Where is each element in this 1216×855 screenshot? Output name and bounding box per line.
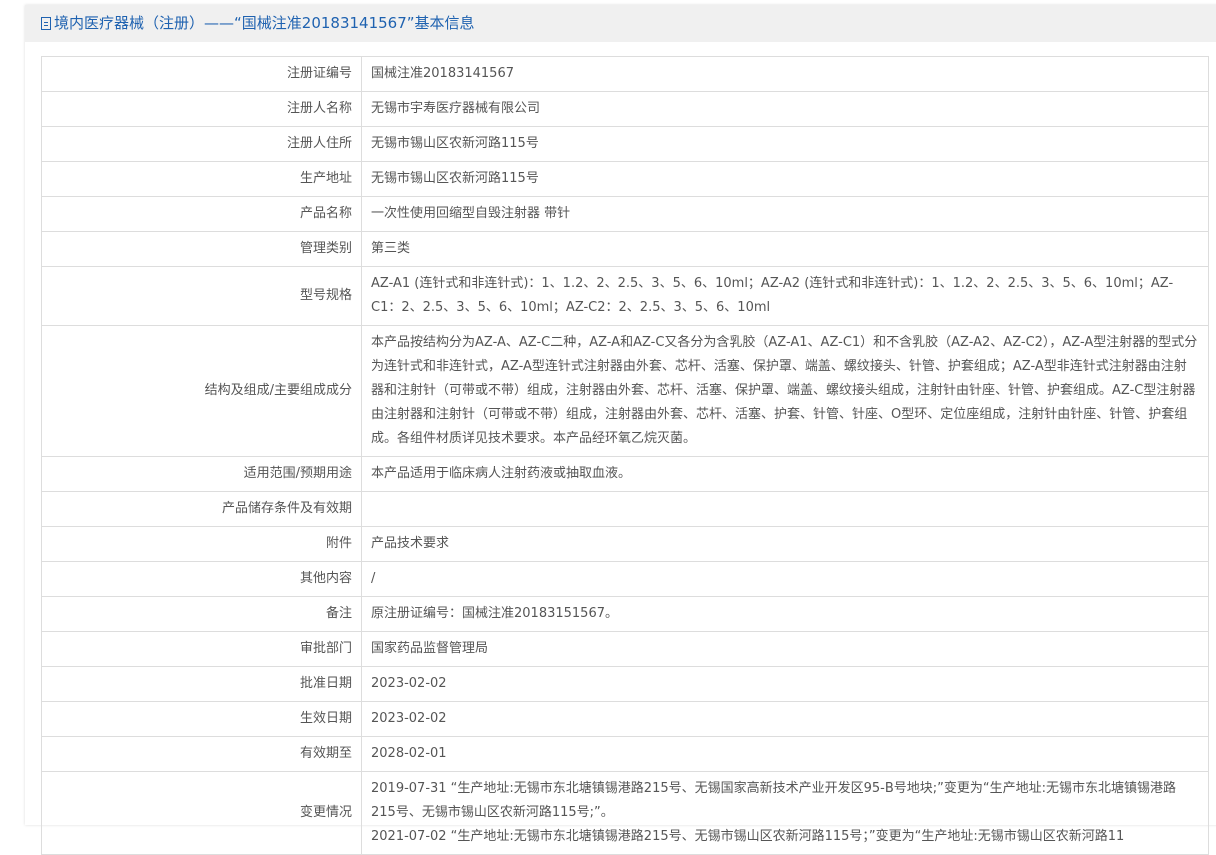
field-value: 无锡市锡山区农新河路115号 — [361, 126, 1209, 162]
field-label: 产品名称 — [41, 196, 362, 232]
page-title: 境内医疗器械（注册）——“国械注准20183141567”基本信息 — [54, 14, 475, 32]
table-row: 结构及组成/主要组成成分 本产品按结构分为AZ-A、AZ-C二种，AZ-A和AZ-… — [41, 325, 1209, 457]
field-label: 备注 — [41, 596, 362, 632]
field-value: 国械注准20183141567 — [361, 56, 1209, 92]
table-row: 型号规格 AZ-A1 (连针式和非连针式)：1、1.2、2、2.5、3、5、6、1… — [41, 266, 1209, 326]
detail-panel: 境内医疗器械（注册）——“国械注准20183141567”基本信息 注册证编号国… — [25, 5, 1216, 855]
field-value: 2019-07-31 “生产地址:无锡市东北塘镇锡港路215号、无锡国家高新技术… — [361, 771, 1209, 855]
field-label: 产品储存条件及有效期 — [41, 491, 362, 527]
field-label: 附件 — [41, 526, 362, 562]
table-row: 注册人住所 无锡市锡山区农新河路115号 — [41, 126, 1209, 162]
field-value: AZ-A1 (连针式和非连针式)：1、1.2、2、2.5、3、5、6、10ml；… — [361, 266, 1209, 326]
field-value: 无锡市锡山区农新河路115号 — [361, 161, 1209, 197]
field-label: 生效日期 — [41, 701, 362, 737]
field-value: 产品技术要求 — [361, 526, 1209, 562]
table-row: 管理类别 第三类 — [41, 231, 1209, 267]
field-label: 变更情况 — [41, 771, 362, 855]
field-label: 型号规格 — [41, 266, 362, 326]
field-value: 2028-02-01 — [361, 736, 1209, 772]
panel-header: 境内医疗器械（注册）——“国械注准20183141567”基本信息 — [25, 5, 1216, 42]
table-row: 适用范围/预期用途 本产品适用于临床病人注射药液或抽取血液。 — [41, 456, 1209, 492]
table-row: 审批部门 国家药品监督管理局 — [41, 631, 1209, 667]
field-label: 有效期至 — [41, 736, 362, 772]
field-value: 原注册证编号：国械注准20183151567。 — [361, 596, 1209, 632]
field-label: 其他内容 — [41, 561, 362, 597]
field-value — [361, 491, 1209, 527]
field-label: 结构及组成/主要组成成分 — [41, 325, 362, 457]
field-value: 第三类 — [361, 231, 1209, 267]
table-row: 产品名称 一次性使用回缩型自毁注射器 带针 — [41, 196, 1209, 232]
table-row: 注册证编号 国械注准20183141567 — [41, 56, 1209, 92]
field-label: 注册人名称 — [41, 91, 362, 127]
change-entry: 2021-07-02 “生产地址:无锡市东北塘镇锡港路215号、无锡市锡山区农新… — [371, 829, 1125, 844]
table-row: 有效期至 2028-02-01 — [41, 736, 1209, 772]
document-icon — [41, 17, 51, 30]
table-row: 生效日期 2023-02-02 — [41, 701, 1209, 737]
field-value: 2023-02-02 — [361, 666, 1209, 702]
field-value: 无锡市宇寿医疗器械有限公司 — [361, 91, 1209, 127]
table-row: 批准日期 2023-02-02 — [41, 666, 1209, 702]
field-label: 适用范围/预期用途 — [41, 456, 362, 492]
field-label: 生产地址 — [41, 161, 362, 197]
table-row: 其他内容 / — [41, 561, 1209, 597]
field-value: 国家药品监督管理局 — [361, 631, 1209, 667]
field-value: 2023-02-02 — [361, 701, 1209, 737]
table-row: 产品储存条件及有效期 — [41, 491, 1209, 527]
field-label: 批准日期 — [41, 666, 362, 702]
table-row: 注册人名称 无锡市宇寿医疗器械有限公司 — [41, 91, 1209, 127]
field-value: 本产品适用于临床病人注射药液或抽取血液。 — [361, 456, 1209, 492]
field-value: / — [361, 561, 1209, 597]
table-row: 附件 产品技术要求 — [41, 526, 1209, 562]
table-row: 备注 原注册证编号：国械注准20183151567。 — [41, 596, 1209, 632]
field-label: 管理类别 — [41, 231, 362, 267]
change-entry: 2019-07-31 “生产地址:无锡市东北塘镇锡港路215号、无锡国家高新技术… — [371, 781, 1176, 820]
table-row-changes: 变更情况 2019-07-31 “生产地址:无锡市东北塘镇锡港路215号、无锡国家… — [41, 771, 1209, 855]
table-row: 生产地址 无锡市锡山区农新河路115号 — [41, 161, 1209, 197]
field-label: 注册人住所 — [41, 126, 362, 162]
info-table: 注册证编号 国械注准20183141567 注册人名称 无锡市宇寿医疗器械有限公司 注册… — [41, 56, 1209, 855]
field-value: 一次性使用回缩型自毁注射器 带针 — [361, 196, 1209, 232]
field-label: 注册证编号 — [41, 56, 362, 92]
field-label: 审批部门 — [41, 631, 362, 667]
field-value: 本产品按结构分为AZ-A、AZ-C二种，AZ-A和AZ-C又各分为含乳胶（AZ-… — [361, 325, 1209, 457]
